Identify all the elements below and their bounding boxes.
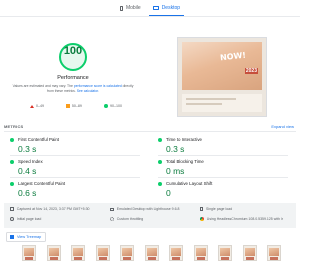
calc-link[interactable]: performance score is calculated bbox=[74, 84, 122, 88]
info-throttling: Custom throttling bbox=[110, 217, 143, 221]
metric-divider bbox=[10, 177, 140, 178]
expand-view-toggle[interactable]: Expand view bbox=[271, 124, 294, 129]
metric-lcp: Largest Contentful Paint 0.6 s bbox=[10, 181, 140, 198]
info-initial-text: Initial page load bbox=[16, 217, 42, 221]
metric-name: Cumulative Layout Shift bbox=[166, 181, 213, 186]
treemap-icon bbox=[10, 235, 14, 239]
calendar-icon bbox=[10, 207, 14, 211]
info-session-text: Single page load bbox=[206, 207, 233, 211]
tabs-divider bbox=[0, 16, 300, 17]
text-line bbox=[186, 103, 222, 105]
device-tabs: Mobile Desktop bbox=[0, 0, 300, 16]
legend-pass: 90–100 bbox=[104, 104, 122, 108]
monitor-icon bbox=[110, 207, 114, 211]
legend-average: 50–89 bbox=[66, 104, 82, 108]
filmstrip-frame bbox=[144, 245, 159, 261]
pass-circle-icon bbox=[158, 181, 162, 186]
legend-pass-label: 90–100 bbox=[109, 104, 122, 108]
info-emulated: Emulated Desktop with Lighthouse 9.6.8 bbox=[110, 207, 179, 211]
filmstrip-frame bbox=[22, 245, 36, 261]
text-line bbox=[186, 98, 236, 100]
metric-tbt: Total Blocking Time 0 ms bbox=[158, 159, 288, 176]
throttling-icon bbox=[110, 217, 114, 221]
metric-value: 0.3 s bbox=[166, 144, 185, 154]
performance-label: Performance bbox=[57, 75, 89, 81]
clock-icon bbox=[10, 217, 14, 221]
filmstrip-frame bbox=[193, 245, 208, 261]
monitor-icon bbox=[152, 6, 159, 10]
legend-average-label: 50–89 bbox=[71, 104, 82, 108]
metric-name: Largest Contentful Paint bbox=[18, 181, 66, 186]
filmstrip-frame bbox=[120, 245, 134, 261]
metric-value: 0 bbox=[166, 188, 171, 198]
run-info-panel: Captured at Nov 14, 2023, 3:37 PM GMT+5:… bbox=[4, 203, 296, 228]
square-icon bbox=[66, 104, 70, 108]
performance-score: 100 bbox=[63, 45, 83, 57]
legend-fail: 0–49 bbox=[30, 104, 44, 108]
info-captured: Captured at Nov 14, 2023, 3:37 PM GMT+5:… bbox=[10, 207, 89, 211]
filmstrip bbox=[22, 243, 292, 261]
filmstrip-frame bbox=[95, 245, 110, 261]
triangle-icon bbox=[30, 104, 34, 108]
phone-icon bbox=[119, 5, 123, 11]
info-captured-text: Captured at Nov 14, 2023, 3:37 PM GMT+5:… bbox=[16, 207, 90, 211]
calculator-link[interactable]: See calculator. bbox=[77, 89, 99, 93]
metric-divider bbox=[158, 155, 288, 156]
metric-value: 0 ms bbox=[166, 166, 185, 176]
pass-circle-icon bbox=[10, 159, 14, 164]
info-browser-text: Using HeadlessChromium 108.0.5359.125 wi… bbox=[206, 217, 283, 221]
tab-desktop-label: Desktop bbox=[161, 5, 181, 11]
view-treemap-button[interactable]: View Treemap bbox=[6, 232, 47, 242]
metric-divider bbox=[158, 177, 288, 178]
pass-circle-icon bbox=[158, 159, 162, 164]
tab-mobile[interactable]: Mobile bbox=[114, 0, 147, 16]
info-throttling-text: Custom throttling bbox=[116, 217, 144, 221]
filmstrip-frame bbox=[46, 245, 61, 261]
final-screenshot[interactable]: NOW! 2023 bbox=[177, 37, 267, 117]
chrome-icon bbox=[200, 217, 204, 221]
metric-value: 0.6 s bbox=[18, 188, 37, 198]
metrics-title: METRICS bbox=[4, 124, 24, 129]
info-browser: Using HeadlessChromium 108.0.5359.125 wi… bbox=[200, 217, 283, 221]
metric-name: Total Blocking Time bbox=[166, 159, 204, 164]
metric-speed-index: Speed Index 0.4 s bbox=[10, 159, 140, 176]
metric-name: Time to Interactive bbox=[166, 137, 202, 142]
filmstrip-frame bbox=[267, 245, 281, 261]
circle-icon bbox=[104, 104, 108, 108]
info-session: Single page load bbox=[200, 207, 232, 211]
metric-tti: Time to Interactive 0.3 s bbox=[158, 137, 288, 154]
view-treemap-label: View Treemap bbox=[17, 235, 42, 239]
performance-note: Values are estimated and may vary. The p… bbox=[12, 84, 134, 93]
tab-desktop[interactable]: Desktop bbox=[147, 0, 186, 16]
filmstrip-frame bbox=[218, 245, 232, 261]
pass-circle-icon bbox=[10, 181, 14, 186]
metric-name: Speed Index bbox=[18, 159, 43, 164]
score-legend: 0–49 50–89 90–100 bbox=[30, 104, 122, 108]
metric-value: 0.3 s bbox=[18, 144, 37, 154]
screenshot-badge: 2023 bbox=[244, 68, 258, 74]
note-prefix: Values are estimated and may vary. The bbox=[12, 84, 74, 88]
filmstrip-frame bbox=[71, 245, 85, 261]
filmstrip-frame bbox=[169, 245, 183, 261]
screenshot-banner bbox=[182, 42, 262, 90]
document-icon bbox=[200, 207, 203, 211]
filmstrip-frame bbox=[242, 245, 257, 261]
info-initial: Initial page load bbox=[10, 217, 41, 221]
tab-mobile-label: Mobile bbox=[125, 5, 141, 11]
metric-name: First Contentful Paint bbox=[18, 137, 59, 142]
metric-fcp: First Contentful Paint 0.3 s bbox=[10, 137, 140, 154]
pass-circle-icon bbox=[158, 137, 162, 142]
metrics-divider bbox=[4, 131, 296, 132]
pass-circle-icon bbox=[10, 137, 14, 142]
metric-cls: Cumulative Layout Shift 0 bbox=[158, 181, 288, 198]
legend-fail-label: 0–49 bbox=[36, 104, 44, 108]
metric-value: 0.4 s bbox=[18, 166, 37, 176]
metric-divider bbox=[10, 155, 140, 156]
info-emulated-text: Emulated Desktop with Lighthouse 9.6.8 bbox=[116, 207, 180, 211]
